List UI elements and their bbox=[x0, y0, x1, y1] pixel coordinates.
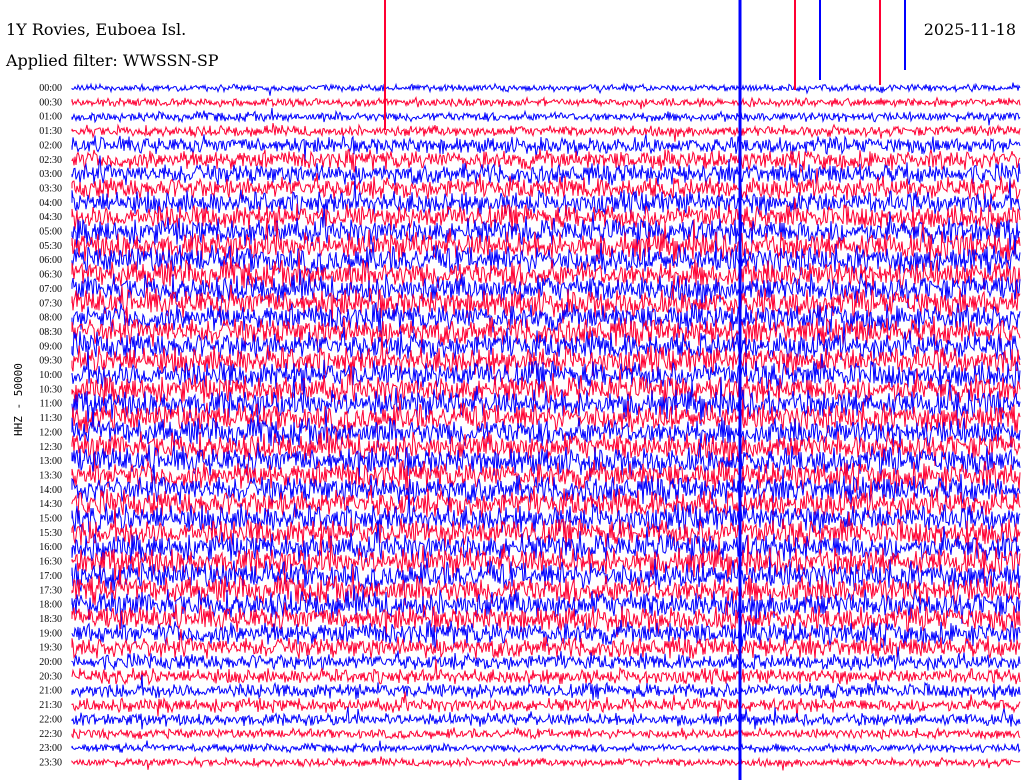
row-time-label: 23:30 bbox=[39, 757, 62, 768]
row-time-label: 22:00 bbox=[39, 714, 62, 725]
row-time-label: 11:00 bbox=[40, 399, 62, 410]
row-time-label: 15:00 bbox=[39, 514, 62, 525]
row-time-label: 04:00 bbox=[39, 198, 62, 209]
row-time-label: 20:00 bbox=[39, 657, 62, 668]
time-label-layer: 00:00 00:30 01:00 01:30 02:00 02:30 03:00 03:30… bbox=[39, 83, 62, 768]
seismic-trace-row bbox=[71, 726, 1021, 741]
seismic-trace-row bbox=[71, 503, 1021, 551]
row-time-label: 10:00 bbox=[39, 370, 62, 381]
row-time-label: 08:30 bbox=[39, 327, 62, 338]
row-time-label: 18:00 bbox=[39, 600, 62, 611]
row-time-label: 23:00 bbox=[39, 743, 62, 754]
row-time-label: 01:00 bbox=[39, 112, 62, 123]
helicorder-chart: 00:00 00:30 01:00 01:30 02:00 02:30 03:00 03:30… bbox=[39, 0, 1021, 780]
row-time-label: 04:30 bbox=[39, 212, 62, 223]
row-time-label: 08:00 bbox=[39, 313, 62, 324]
seismic-trace-row bbox=[71, 426, 1021, 474]
row-time-label: 14:30 bbox=[39, 499, 62, 510]
seismic-trace-row bbox=[71, 95, 1021, 110]
row-time-label: 09:00 bbox=[39, 341, 62, 352]
row-time-label: 05:00 bbox=[39, 227, 62, 238]
row-time-label: 16:00 bbox=[39, 542, 62, 553]
row-time-label: 02:00 bbox=[39, 140, 62, 151]
row-time-label: 18:30 bbox=[39, 614, 62, 625]
row-time-label: 00:30 bbox=[39, 97, 62, 108]
trace-layer bbox=[71, 0, 1021, 780]
row-time-label: 10:30 bbox=[39, 384, 62, 395]
seismic-trace-row bbox=[71, 108, 1021, 126]
row-time-label: 19:30 bbox=[39, 643, 62, 654]
row-time-label: 22:30 bbox=[39, 729, 62, 740]
row-time-label: 15:30 bbox=[39, 528, 62, 539]
row-time-label: 00:00 bbox=[39, 83, 62, 94]
row-time-label: 21:00 bbox=[39, 686, 62, 697]
row-time-label: 19:00 bbox=[39, 628, 62, 639]
seismic-trace-row bbox=[71, 755, 1021, 771]
row-time-label: 06:30 bbox=[39, 270, 62, 281]
row-time-label: 12:00 bbox=[39, 427, 62, 438]
row-time-label: 03:00 bbox=[39, 169, 62, 180]
row-time-label: 21:30 bbox=[39, 700, 62, 711]
row-time-label: 07:30 bbox=[39, 298, 62, 309]
seismic-trace-row bbox=[71, 740, 1021, 755]
row-time-label: 09:30 bbox=[39, 356, 62, 367]
row-time-label: 13:30 bbox=[39, 470, 62, 481]
row-time-label: 14:00 bbox=[39, 485, 62, 496]
row-time-label: 12:30 bbox=[39, 442, 62, 453]
row-time-label: 17:30 bbox=[39, 585, 62, 596]
row-time-label: 20:30 bbox=[39, 671, 62, 682]
row-time-label: 06:00 bbox=[39, 255, 62, 266]
row-time-label: 13:00 bbox=[39, 456, 62, 467]
row-time-label: 07:00 bbox=[39, 284, 62, 295]
row-time-label: 02:30 bbox=[39, 155, 62, 166]
row-time-label: 01:30 bbox=[39, 126, 62, 137]
row-time-label: 11:30 bbox=[40, 413, 62, 424]
row-time-label: 05:30 bbox=[39, 241, 62, 252]
row-time-label: 16:30 bbox=[39, 557, 62, 568]
row-time-label: 03:30 bbox=[39, 183, 62, 194]
row-time-label: 17:00 bbox=[39, 571, 62, 582]
seismic-trace-row bbox=[71, 82, 1021, 96]
